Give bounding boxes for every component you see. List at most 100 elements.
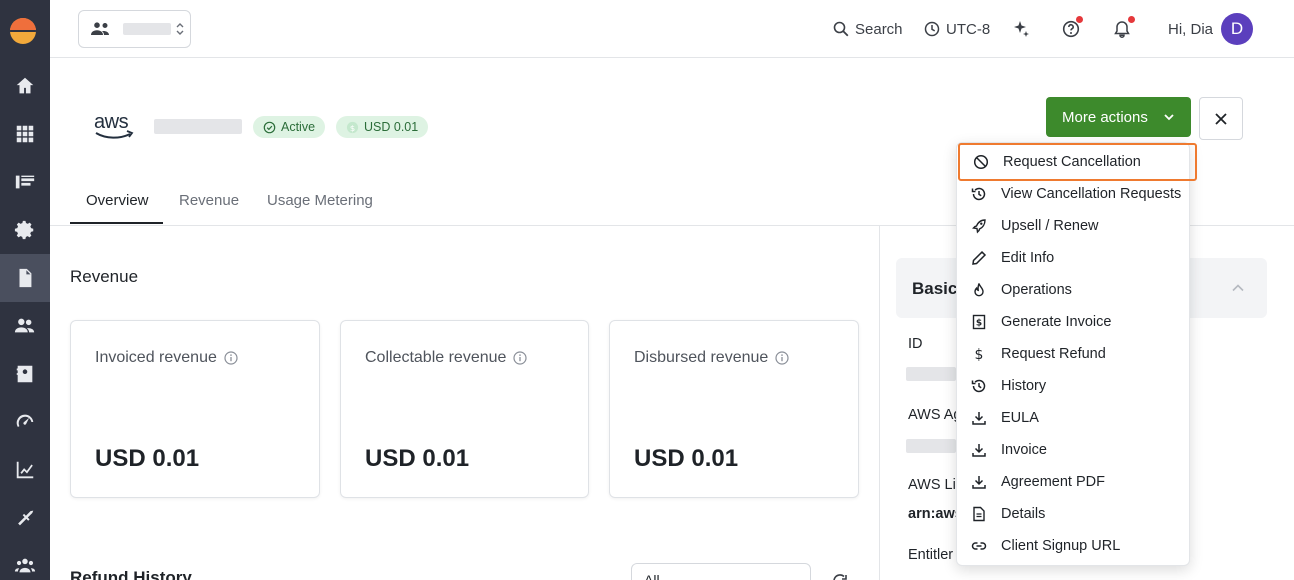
entitlement-label: Entitler xyxy=(908,547,954,563)
aws-license-value: arn:aws xyxy=(908,506,963,522)
menu-item-agreement-pdf[interactable]: Agreement PDF xyxy=(957,466,1191,498)
menu-item-view-cancellation-requests[interactable]: View Cancellation Requests xyxy=(957,178,1191,210)
close-icon xyxy=(1215,112,1227,125)
bell-icon xyxy=(1114,21,1130,38)
content-divider xyxy=(879,226,880,580)
more-actions-button[interactable]: More actions xyxy=(1046,97,1191,137)
menu-item-label: Operations xyxy=(1001,282,1072,298)
search-label: Search xyxy=(855,20,903,38)
top-header: Search UTC-8 Hi, Dia D xyxy=(50,0,1294,58)
collectable-revenue-value: USD 0.01 xyxy=(365,445,470,472)
info-icon[interactable] xyxy=(775,351,789,365)
menu-item-label: History xyxy=(1001,378,1047,394)
link-icon xyxy=(971,542,987,550)
menu-item-edit-info[interactable]: Edit Info xyxy=(957,242,1191,274)
menu-item-label: Request Cancellation xyxy=(1003,154,1141,170)
aws-logo: aws xyxy=(94,112,136,142)
home-nav-icon[interactable] xyxy=(0,62,50,110)
menu-item-label: Invoice xyxy=(1001,442,1047,458)
svg-text:$: $ xyxy=(975,347,984,362)
product-name-redacted xyxy=(154,119,242,134)
info-icon[interactable] xyxy=(224,351,238,365)
aws-license-label: AWS Lic xyxy=(908,477,964,493)
menu-item-label: Client Signup URL xyxy=(1001,538,1121,554)
cancel-icon xyxy=(973,154,989,170)
apps-grid-nav-icon[interactable] xyxy=(0,110,50,158)
svg-text:$: $ xyxy=(976,319,982,329)
organization-selector[interactable] xyxy=(78,10,191,48)
price-badge: $ USD 0.01 xyxy=(336,116,429,138)
price-badge-label: USD 0.01 xyxy=(364,120,419,134)
menu-item-details[interactable]: Details xyxy=(957,498,1191,530)
pencil-icon xyxy=(972,250,987,265)
sparkle-icon xyxy=(1014,21,1029,37)
close-button[interactable] xyxy=(1199,97,1243,140)
menu-item-label: Request Refund xyxy=(1001,346,1106,362)
menu-item-history[interactable]: History xyxy=(957,370,1191,402)
menu-item-invoice[interactable]: Invoice xyxy=(957,434,1191,466)
dollar-icon: $ xyxy=(975,347,984,362)
search-button[interactable]: Search xyxy=(833,0,903,58)
invoiced-revenue-card: Invoiced revenue USD 0.01 xyxy=(70,320,320,498)
refund-filter-select[interactable]: All xyxy=(631,563,811,580)
aws-agreement-value-redacted xyxy=(906,439,956,453)
dollar-circle-icon: $ xyxy=(346,121,359,133)
select-chevron-icon xyxy=(176,23,184,35)
card-label-text: Disbursed revenue xyxy=(634,349,769,366)
listings-nav-icon[interactable] xyxy=(0,158,50,206)
notifications-dot xyxy=(1128,16,1135,23)
menu-item-eula[interactable]: EULA xyxy=(957,402,1191,434)
document-icon xyxy=(973,506,985,522)
help-button[interactable] xyxy=(1062,0,1083,58)
disbursed-revenue-card: Disbursed revenue USD 0.01 xyxy=(609,320,859,498)
menu-item-label: EULA xyxy=(1001,410,1039,426)
search-icon xyxy=(833,21,849,37)
user-greeting: Hi, Dia xyxy=(1168,20,1214,38)
timezone-button[interactable]: UTC-8 xyxy=(924,0,990,58)
analytics-chart-nav-icon[interactable] xyxy=(0,446,50,494)
tools-nav-icon[interactable] xyxy=(0,494,50,542)
invoice-icon: $ xyxy=(972,314,986,330)
menu-item-upsell-renew[interactable]: Upsell / Renew xyxy=(957,210,1191,242)
ai-assistant-button[interactable] xyxy=(1012,0,1030,58)
contacts-nav-icon[interactable] xyxy=(0,350,50,398)
app-logo[interactable] xyxy=(10,18,36,44)
team-nav-icon[interactable] xyxy=(0,542,50,580)
tab-overview[interactable]: Overview xyxy=(70,180,163,224)
menu-item-client-signup-url[interactable]: Client Signup URL xyxy=(957,530,1191,562)
flame-icon xyxy=(974,283,984,297)
offers-document-nav-icon[interactable] xyxy=(0,254,50,302)
revenue-section-title: Revenue xyxy=(70,267,139,286)
timezone-label: UTC-8 xyxy=(946,20,991,38)
download-icon xyxy=(972,412,986,425)
menu-item-request-refund[interactable]: $ Request Refund xyxy=(957,338,1191,370)
menu-item-label: Agreement PDF xyxy=(1001,474,1105,490)
check-circle-icon xyxy=(263,121,276,133)
tab-revenue[interactable]: Revenue xyxy=(179,180,239,224)
invoiced-revenue-label: Invoiced revenue xyxy=(95,349,238,367)
menu-item-generate-invoice[interactable]: $ Generate Invoice xyxy=(957,306,1191,338)
user-menu[interactable]: Hi, Dia D xyxy=(1168,0,1254,58)
dashboard-gauge-nav-icon[interactable] xyxy=(0,398,50,446)
organization-name-redacted xyxy=(123,23,171,35)
id-field-label: ID xyxy=(908,336,923,352)
clock-icon xyxy=(924,21,940,37)
info-icon[interactable] xyxy=(513,351,528,365)
history-icon xyxy=(971,379,986,393)
menu-item-label: Edit Info xyxy=(1001,250,1055,266)
customers-nav-icon[interactable] xyxy=(0,302,50,350)
menu-item-request-cancellation[interactable]: Request Cancellation xyxy=(958,143,1197,181)
card-label-text: Invoiced revenue xyxy=(95,349,217,366)
collectable-revenue-card: Collectable revenue USD 0.01 xyxy=(340,320,589,498)
status-badge: Active xyxy=(253,116,326,138)
basic-info-title: Basic xyxy=(912,279,958,298)
tab-usage-metering[interactable]: Usage Metering xyxy=(267,180,373,224)
more-actions-label: More actions xyxy=(1062,108,1148,126)
disbursed-revenue-label: Disbursed revenue xyxy=(634,349,789,367)
refresh-icon[interactable] xyxy=(831,572,849,580)
chevron-down-icon xyxy=(1164,114,1174,121)
notifications-button[interactable] xyxy=(1113,0,1135,58)
chevron-up-icon xyxy=(1232,284,1244,292)
menu-item-operations[interactable]: Operations xyxy=(957,274,1191,306)
settings-gear-nav-icon[interactable] xyxy=(0,206,50,254)
